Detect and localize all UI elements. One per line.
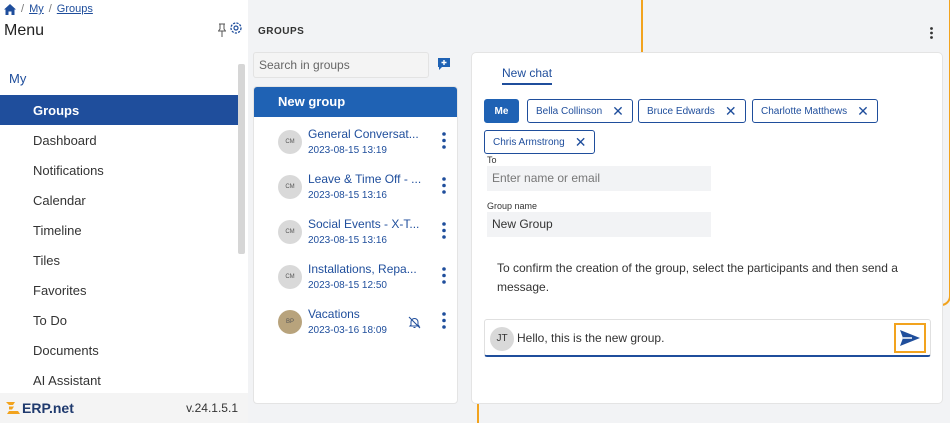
participant-chip-label: Bruce Edwards <box>647 105 715 117</box>
search-input[interactable]: Search in groups <box>253 52 429 78</box>
logo-mark-icon <box>6 402 20 414</box>
more-options-icon[interactable] <box>442 267 446 284</box>
group-list-item[interactable]: CM Social Events - X-T... 2023-08-15 13:… <box>254 207 457 252</box>
sidebar-item-notifications[interactable]: Notifications <box>0 155 238 185</box>
confirm-instructions: To confirm the creation of the group, se… <box>497 261 898 294</box>
group-name: Social Events - X-T... <box>308 217 420 231</box>
tab-new-chat[interactable]: New chat <box>502 66 553 85</box>
page-more-options-icon[interactable] <box>930 27 933 39</box>
more-options-icon[interactable] <box>442 177 446 194</box>
more-options-icon[interactable] <box>442 222 446 239</box>
more-options-icon[interactable] <box>442 312 446 329</box>
sidebar-scrollbar[interactable] <box>238 64 245 254</box>
menu-title: Menu <box>4 22 45 39</box>
menu-section-my[interactable]: My <box>9 71 26 86</box>
participant-chip-label: Chris Armstrong <box>493 136 565 148</box>
group-list-item[interactable]: BP Vacations 2023-03-16 18:09 <box>254 297 457 342</box>
message-composer: JT Hello, this is the new group. <box>484 319 931 357</box>
sidebar-item-documents[interactable]: Documents <box>0 335 238 365</box>
group-list: New group CM General Conversat... 2023-0… <box>253 86 458 404</box>
gear-icon[interactable] <box>228 20 244 36</box>
sidebar-item-groups[interactable]: Groups <box>0 95 238 125</box>
sidebar-item-tiles[interactable]: Tiles <box>0 245 238 275</box>
group-name-input[interactable]: New Group <box>487 212 711 237</box>
group-date: 2023-08-15 13:16 <box>308 235 387 246</box>
group-name: Leave & Time Off - ... <box>308 172 422 186</box>
sidebar-item-to-do[interactable]: To Do <box>0 305 238 335</box>
home-icon[interactable] <box>4 3 16 15</box>
logo-text: ERP.net <box>22 400 74 416</box>
message-input[interactable]: Hello, this is the new group. <box>517 331 664 345</box>
remove-participant-icon[interactable]: ✕ <box>575 135 587 149</box>
remove-participant-icon[interactable]: ✕ <box>857 104 869 118</box>
participant-chip-label: Me <box>494 105 509 117</box>
to-input[interactable]: Enter name or email <box>487 166 711 191</box>
participant-chip-me[interactable]: Me <box>484 99 519 123</box>
sidebar-item-ai-assistant[interactable]: AI Assistant <box>0 365 238 395</box>
remove-participant-icon[interactable]: ✕ <box>725 104 737 118</box>
groups-title: GROUPS <box>258 26 305 37</box>
new-chat-icon[interactable] <box>437 57 451 71</box>
group-list-item[interactable]: CM General Conversat... 2023-08-15 13:19 <box>254 117 457 162</box>
group-name: General Conversat... <box>308 127 419 141</box>
menu-list: Groups Dashboard Notifications Calendar … <box>0 95 238 395</box>
group-date: 2023-08-15 13:19 <box>308 145 387 156</box>
group-name: Installations, Repa... <box>308 262 417 276</box>
group-date: 2023-03-16 18:09 <box>308 325 387 336</box>
send-button[interactable] <box>894 323 926 353</box>
send-icon <box>900 330 920 346</box>
participant-chip: Chris Armstrong ✕ <box>484 130 596 154</box>
group-avatar: BP <box>278 310 302 334</box>
group-date: 2023-08-15 13:16 <box>308 190 387 201</box>
erp-logo: ERP.net <box>6 400 74 416</box>
participant-chip: Bella Collinson ✕ <box>527 99 633 123</box>
group-name-label: Group name <box>487 201 538 211</box>
group-date: 2023-08-15 12:50 <box>308 280 387 291</box>
sidebar-item-calendar[interactable]: Calendar <box>0 185 238 215</box>
breadcrumb-my[interactable]: My <box>29 3 44 15</box>
participant-chip: Bruce Edwards ✕ <box>638 99 746 123</box>
muted-bell-icon[interactable] <box>408 316 421 329</box>
participant-chip: Charlotte Matthews ✕ <box>752 99 878 123</box>
group-avatar: CM <box>278 175 302 199</box>
avatar: JT <box>490 327 514 351</box>
group-avatar: CM <box>278 220 302 244</box>
sidebar-item-favorites[interactable]: Favorites <box>0 275 238 305</box>
group-list-item[interactable]: CM Installations, Repa... 2023-08-15 12:… <box>254 252 457 297</box>
pin-icon[interactable] <box>218 23 226 37</box>
sidebar-item-dashboard[interactable]: Dashboard <box>0 125 238 155</box>
more-options-icon[interactable] <box>442 132 446 149</box>
sidebar-item-timeline[interactable]: Timeline <box>0 215 238 245</box>
new-group-item[interactable]: New group <box>254 87 457 117</box>
group-avatar: CM <box>278 130 302 154</box>
version-label: v.24.1.5.1 <box>186 401 238 415</box>
group-avatar: CM <box>278 265 302 289</box>
sidebar: Menu My Groups Dashboard Notifications C… <box>0 18 248 423</box>
breadcrumb-groups[interactable]: Groups <box>57 3 93 15</box>
participant-chip-label: Charlotte Matthews <box>761 105 848 117</box>
breadcrumb: / My / Groups <box>4 2 93 16</box>
sidebar-footer: ERP.net v.24.1.5.1 <box>0 393 248 423</box>
to-label: To <box>487 155 497 165</box>
group-list-item[interactable]: CM Leave & Time Off - ... 2023-08-15 13:… <box>254 162 457 207</box>
remove-participant-icon[interactable]: ✕ <box>612 104 624 118</box>
participant-chip-label: Bella Collinson <box>536 105 603 117</box>
